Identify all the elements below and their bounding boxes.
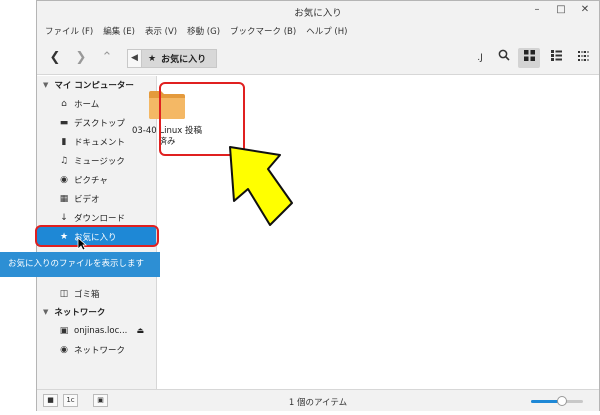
- title-bar[interactable]: お気に入り – □ ✕: [37, 1, 599, 21]
- path-left-arrow-icon[interactable]: ◀: [128, 50, 142, 67]
- path-crumb-favorites[interactable]: ★ お気に入り: [142, 50, 217, 67]
- document-icon: ▮: [61, 136, 67, 147]
- trash-icon: ◫: [59, 288, 69, 299]
- sidebar-item-network[interactable]: ◉ ネットワーク: [37, 340, 156, 359]
- sidebar-group-network[interactable]: ▼ ネットワーク: [37, 303, 156, 321]
- sidebar-item-trash[interactable]: ◫ ゴミ箱: [37, 284, 156, 303]
- compact-view-icon[interactable]: [572, 48, 594, 68]
- path-bar: ◀ ★ お気に入り: [127, 49, 218, 68]
- back-icon[interactable]: ❮: [47, 50, 63, 66]
- menu-go[interactable]: 移動 (G): [187, 25, 220, 37]
- expand-triangle-icon: ▼: [43, 308, 49, 316]
- toggle-location-icon[interactable]: .J: [469, 48, 491, 68]
- status-bar: ■ 1c ▣ 1 個のアイテム: [37, 389, 599, 411]
- sidebar-item-pictures[interactable]: ◉ ピクチャ: [37, 170, 156, 189]
- icon-view-icon[interactable]: [518, 48, 540, 68]
- mouse-cursor-icon: [77, 237, 87, 251]
- menu-view[interactable]: 表示 (V): [145, 25, 177, 37]
- menu-help[interactable]: ヘルプ (H): [306, 25, 347, 37]
- zoom-slider[interactable]: [531, 396, 583, 406]
- highlight-box-favorites: [35, 225, 159, 247]
- forward-icon[interactable]: ❯: [73, 50, 89, 66]
- pointer-arrow-icon: [229, 146, 293, 226]
- menu-edit[interactable]: 編集 (E): [103, 25, 135, 37]
- sidebar-item-onjinas[interactable]: ▣ onjinas.loc... ⏏: [37, 321, 156, 340]
- menu-bookmarks[interactable]: ブックマーク (B): [230, 25, 296, 37]
- drive-icon: ▣: [59, 325, 69, 336]
- status-text: 1 個のアイテム: [288, 398, 348, 408]
- camera-icon: ◉: [60, 174, 68, 185]
- music-icon: ♫: [59, 155, 69, 166]
- eject-icon[interactable]: ⏏: [136, 326, 144, 335]
- download-icon: ↓: [60, 212, 68, 223]
- sidebar-item-music[interactable]: ♫ ミュージック: [37, 151, 156, 170]
- up-icon[interactable]: ⌃: [99, 50, 115, 66]
- close-icon[interactable]: ✕: [579, 4, 591, 16]
- home-icon: ⌂: [61, 98, 67, 109]
- file-manager-window: お気に入り – □ ✕ ファイル (F) 編集 (E) 表示 (V) 移動 (G…: [36, 0, 600, 411]
- tooltip: お気に入りのファイルを表示します: [0, 252, 160, 277]
- video-icon: ▦: [59, 193, 69, 204]
- star-icon: ★: [148, 53, 157, 64]
- toolbar: ❮ ❯ ⌃ ◀ ★ お気に入り .J: [37, 41, 599, 75]
- search-icon[interactable]: [493, 48, 515, 68]
- menu-file[interactable]: ファイル (F): [45, 25, 93, 37]
- sidebar-item-videos[interactable]: ▦ ビデオ: [37, 189, 156, 208]
- maximize-icon[interactable]: □: [555, 4, 567, 16]
- expand-triangle-icon: ▼: [43, 81, 49, 89]
- minimize-icon[interactable]: –: [531, 4, 543, 16]
- window-title: お気に入り: [294, 8, 342, 19]
- globe-icon: ◉: [60, 344, 68, 355]
- path-crumb-label: お気に入り: [161, 55, 207, 65]
- menu-bar: ファイル (F) 編集 (E) 表示 (V) 移動 (G) ブックマーク (B)…: [37, 21, 599, 41]
- desktop-icon: ▬: [59, 117, 69, 128]
- list-view-icon[interactable]: [545, 48, 567, 68]
